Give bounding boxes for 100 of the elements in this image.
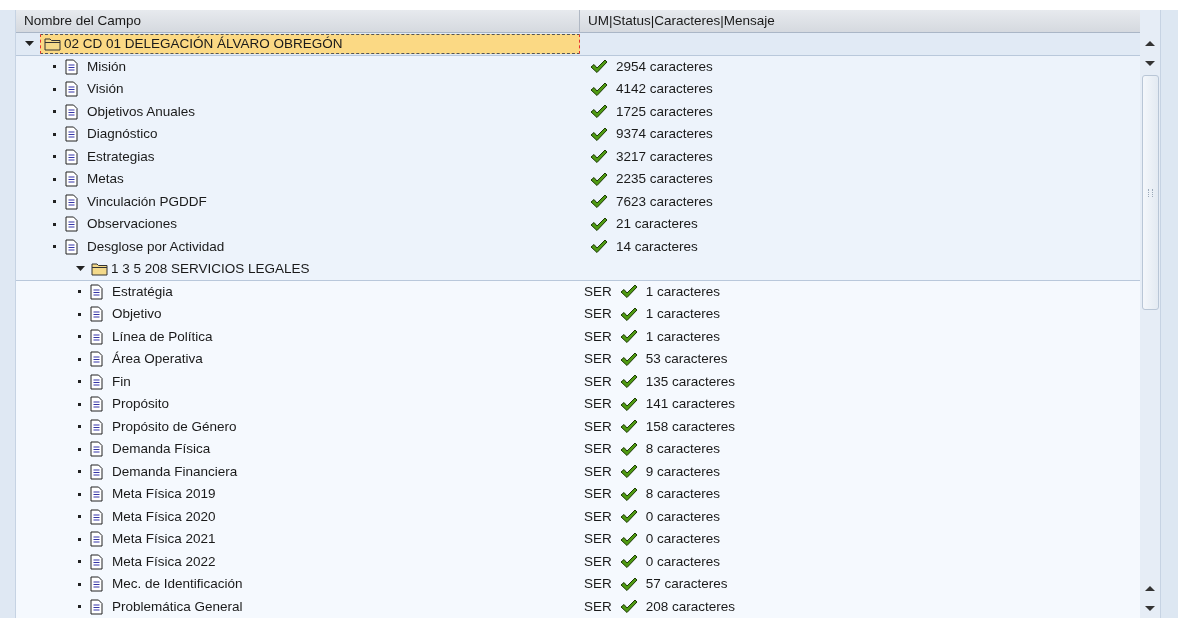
unit-text: SER xyxy=(584,395,612,414)
field-name[interactable]: Estratégia xyxy=(112,281,173,302)
character-count: 2954 caracteres xyxy=(616,57,713,76)
bullet-icon xyxy=(78,492,81,496)
unit-text: SER xyxy=(584,575,612,594)
field-name[interactable]: Línea de Política xyxy=(112,326,213,347)
field-name[interactable]: Meta Física 2020 xyxy=(112,506,216,527)
document-icon xyxy=(90,418,103,435)
bullet-icon xyxy=(53,245,56,249)
unit-text: SER xyxy=(584,305,612,324)
character-count: 0 caracteres xyxy=(645,552,721,571)
scroll-down-icon[interactable] xyxy=(1145,59,1155,67)
bullet-icon xyxy=(78,425,81,429)
document-icon xyxy=(90,328,103,345)
character-count: 53 caracteres xyxy=(645,350,728,369)
unit-text: SER xyxy=(584,485,612,504)
bullet-icon xyxy=(53,155,56,159)
bullet-icon xyxy=(78,402,81,406)
scrollbar-thumb[interactable] xyxy=(1141,75,1159,310)
field-name[interactable]: Meta Física 2019 xyxy=(112,484,216,505)
document-icon xyxy=(65,58,78,75)
document-icon xyxy=(65,103,78,120)
unit-text: SER xyxy=(584,507,612,526)
document-icon xyxy=(90,486,103,503)
document-icon xyxy=(90,598,103,615)
character-count: 135 caracteres xyxy=(645,372,736,391)
document-icon xyxy=(65,238,78,255)
character-count: 0 caracteres xyxy=(645,507,721,526)
field-name[interactable]: Meta Física 2022 xyxy=(112,551,216,572)
document-icon xyxy=(65,126,78,143)
unit-text: SER xyxy=(584,462,612,481)
bullet-icon xyxy=(78,335,81,339)
field-name[interactable]: Mec. de Identificación xyxy=(112,574,243,595)
scroll-up-icon[interactable] xyxy=(1145,584,1155,592)
folder-label[interactable]: 1 3 5 208 SERVICIOS LEGALES xyxy=(91,258,310,279)
character-count: 1 caracteres xyxy=(645,305,721,324)
character-count: 158 caracteres xyxy=(645,417,736,436)
bullet-icon xyxy=(78,515,81,519)
field-name[interactable]: Objetivo xyxy=(112,304,162,325)
document-icon xyxy=(65,216,78,233)
field-name[interactable]: Propósito xyxy=(112,394,170,415)
character-count: 1 caracteres xyxy=(645,282,721,301)
document-icon xyxy=(65,148,78,165)
field-name[interactable]: Objetivos Anuales xyxy=(87,101,196,122)
field-name[interactable]: Observaciones xyxy=(87,214,178,235)
document-icon xyxy=(90,441,103,458)
document-icon xyxy=(90,351,103,368)
scroll-up-icon[interactable] xyxy=(1145,39,1155,47)
field-name[interactable]: Propósito de Género xyxy=(112,416,237,437)
bullet-icon xyxy=(78,447,81,451)
character-count: 1 caracteres xyxy=(645,327,721,346)
field-name[interactable]: Diagnóstico xyxy=(87,124,158,145)
character-count: 2235 caracteres xyxy=(616,170,713,189)
field-name[interactable]: Misión xyxy=(87,56,126,77)
caret-down-icon[interactable] xyxy=(76,264,85,274)
folder-icon xyxy=(91,261,109,276)
field-name[interactable]: Metas xyxy=(87,169,124,190)
bullet-icon xyxy=(78,312,81,316)
document-icon xyxy=(90,396,103,413)
column-header[interactable]: UM|Status|Caracteres|Mensaje xyxy=(580,10,775,32)
caret-down-icon[interactable] xyxy=(25,39,34,49)
folder-icon xyxy=(44,36,62,51)
document-icon xyxy=(90,463,103,480)
bullet-icon xyxy=(53,110,56,114)
field-name[interactable]: Problemática General xyxy=(112,596,243,617)
folder-label[interactable]: 02 CD 01 DELEGACIÓN ÁLVARO OBREGÓN xyxy=(40,33,580,54)
field-name[interactable]: Demanda Financiera xyxy=(112,461,238,482)
unit-text: SER xyxy=(584,440,612,459)
bullet-icon xyxy=(53,65,56,69)
field-name[interactable]: Desglose por Actividad xyxy=(87,236,225,257)
unit-text: SER xyxy=(584,597,612,616)
unit-text: SER xyxy=(584,372,612,391)
bullet-icon xyxy=(78,380,81,384)
field-name[interactable]: Demanda Física xyxy=(112,439,211,460)
character-count: 14 caracteres xyxy=(616,237,698,256)
document-icon xyxy=(90,283,103,300)
field-name[interactable]: Meta Física 2021 xyxy=(112,529,216,550)
character-count: 208 caracteres xyxy=(645,597,736,616)
field-name[interactable]: Área Operativa xyxy=(112,349,203,370)
character-count: 8 caracteres xyxy=(645,485,721,504)
bullet-icon xyxy=(53,132,56,136)
unit-text: SER xyxy=(584,282,612,301)
bullet-icon xyxy=(53,177,56,181)
field-name[interactable]: Fin xyxy=(112,371,131,392)
scroll-down-icon[interactable] xyxy=(1145,604,1155,612)
character-count: 57 caracteres xyxy=(645,575,728,594)
character-count: 3217 caracteres xyxy=(616,147,713,166)
character-count: 0 caracteres xyxy=(645,530,721,549)
document-icon xyxy=(90,373,103,390)
field-name[interactable]: Visión xyxy=(87,79,124,100)
character-count: 9374 caracteres xyxy=(616,125,713,144)
field-name[interactable]: Vinculación PGDDF xyxy=(87,191,207,212)
bullet-icon xyxy=(78,470,81,474)
document-icon xyxy=(90,531,103,548)
bullet-icon xyxy=(78,560,81,564)
grip-icon xyxy=(1147,188,1153,197)
character-count: 1725 caracteres xyxy=(616,102,713,121)
character-count: 4142 caracteres xyxy=(616,80,713,99)
column-header[interactable]: Nombre del Campo xyxy=(16,10,580,32)
field-name[interactable]: Estrategias xyxy=(87,146,155,167)
